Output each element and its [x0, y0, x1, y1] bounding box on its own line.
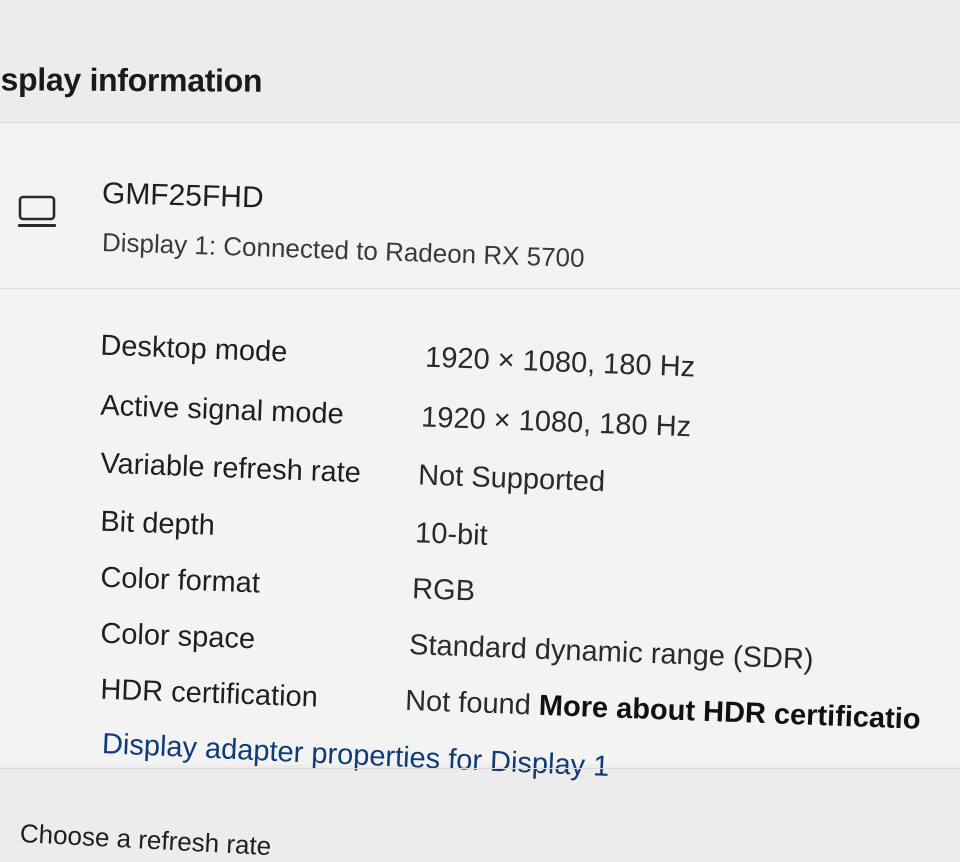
monitor-connection: Display 1: Connected to Radeon RX 5700 — [101, 227, 586, 273]
monitor-name: GMF25FHD — [101, 177, 265, 215]
monitor-icon — [16, 191, 60, 231]
bit-depth-label: Bit depth — [99, 505, 216, 542]
hdr-certification-status: Not found — [404, 684, 532, 722]
bit-depth-value: 10-bit — [414, 517, 489, 552]
color-format-value: RGB — [411, 573, 476, 608]
color-space-label: Color space — [99, 617, 256, 656]
hdr-certification-label: HDR certification — [99, 673, 319, 714]
color-format-label: Color format — [99, 561, 261, 600]
variable-refresh-rate-value: Not Supported — [417, 459, 606, 499]
refresh-rate-label: Choose a refresh rate — [19, 818, 272, 862]
card-divider — [0, 768, 960, 769]
monitor-header: GMF25FHD Display 1: Connected to Radeon … — [0, 123, 960, 289]
desktop-mode-label: Desktop mode — [99, 329, 288, 369]
page-title: isplay information — [0, 61, 263, 99]
